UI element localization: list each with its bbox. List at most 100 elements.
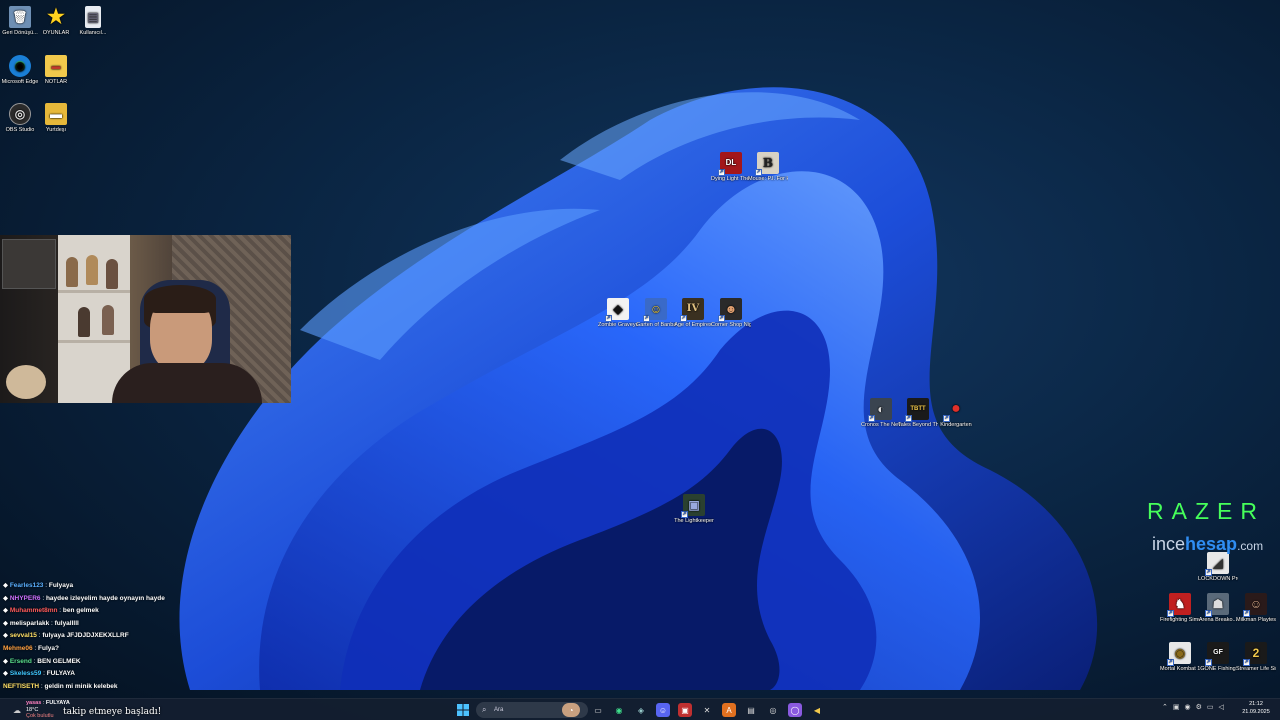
incehesap-prefix: ince <box>1152 534 1186 554</box>
chat-text: fulyaya JFJDJDJXEKXLLRF <box>42 632 129 640</box>
desktop-icon-lightkeeper[interactable]: ▣ ↗ The Lightkeeper <box>674 494 714 525</box>
shortcut-arrow-icon: ↗ <box>643 315 650 322</box>
chat-username: Muhammet8mn <box>9 607 58 615</box>
clock-time: 21:12 <box>1249 701 1263 707</box>
desktop-icon-corner-shop[interactable]: ☻↗ Corner Shop Nightshift <box>711 298 751 329</box>
star-folder-icon: ★ <box>47 5 65 28</box>
desktop-icon-age-of-empires[interactable]: IV ↗ Age of Empires <box>673 298 713 329</box>
desktop-icon-firefighting[interactable]: ♞↗ Firefighting Simulator... <box>1160 593 1200 624</box>
tales-beyond-icon: TBTT ↗ <box>905 398 929 422</box>
edge-taskbar-icon[interactable]: ◉ <box>612 703 626 717</box>
chat-message: ◆ sevval15 : fulyaya JFJDJDJXEKXLLRF <box>3 632 129 640</box>
folder-icon: ▬ <box>45 103 67 125</box>
shortcut-arrow-icon: ↗ <box>755 169 762 176</box>
desktop-icon-kindergarten[interactable]: ● ↗ Kindergarten <box>936 398 976 429</box>
desktop-icon-label: Geri Dönüşü... <box>2 30 38 36</box>
desktop-icon-notlar[interactable]: ▬ NOTLAR <box>36 55 76 86</box>
desktop-icon-label: Milkman Playtest <box>1236 617 1276 623</box>
shortcut-arrow-icon: ↗ <box>1167 659 1174 666</box>
windows-logo-icon <box>457 704 469 716</box>
desktop-icon-milkman[interactable]: ☺ ↗ Milkman Playtest <box>1236 593 1276 624</box>
search-highlight-icon[interactable]: ◔ <box>562 703 580 717</box>
steam-icon[interactable]: ◈ <box>634 703 648 717</box>
desktop-icon-obs[interactable]: ◎ OBS Studio <box>0 103 40 134</box>
arena-breakout-icon: ☗ ↗ <box>1205 593 1229 617</box>
shortcut-arrow-icon: ↗ <box>1205 610 1212 617</box>
chat-text: FULYAYA <box>46 670 75 678</box>
obs-taskbar-icon[interactable]: ◎ <box>766 703 780 717</box>
follow-alert-text: takip etmeye başladı! <box>63 707 162 717</box>
dying-light-icon: DL ↗ <box>718 152 742 176</box>
chat-message: ◆ melisparlakk : fulyalllll <box>3 619 79 627</box>
desktop-icon-mortal-kombat[interactable]: ◉ ↗ Mortal Kombat 1 <box>1160 642 1200 673</box>
desktop-icon-label: OYUNLAR <box>42 30 70 36</box>
chevron-up-icon[interactable]: ⌃ <box>1162 703 1168 711</box>
shortcut-arrow-icon: ↗ <box>605 315 612 322</box>
desktop-icon-label: Firefighting Simulator... <box>1160 617 1200 623</box>
chat-text: fulyalllll <box>54 619 79 627</box>
desktop-icon-gone-fishing[interactable]: GF ↗ GONE Fishing <box>1198 642 1238 673</box>
desktop-icon-label: The Lightkeeper <box>674 518 714 524</box>
chat-message: ◆ Muhammet8mn : ben gelmek <box>3 607 99 615</box>
desktop-icon-label: Zombie Graveya... <box>598 322 638 328</box>
red-app-icon[interactable]: ▣ <box>678 703 692 717</box>
notes-folder-icon: ▬ <box>45 55 67 77</box>
wall-frame <box>2 239 56 289</box>
system-tray: ⌃ ▣ ◉ ⚙ ▭ ◁ <box>1162 703 1224 711</box>
weather-temp: 18°C <box>26 706 39 713</box>
desktop-icon-mouse-pi[interactable]: B↗ Mouse: P.I. For Hire <box>748 152 788 183</box>
app-icon[interactable]: ▤ <box>744 703 758 717</box>
shortcut-arrow-icon: ↗ <box>718 315 725 322</box>
tools-icon[interactable]: ✕ <box>700 703 714 717</box>
lightkeeper-icon: ▣ ↗ <box>681 494 705 518</box>
desktop-icon-kullanici[interactable]: ▤ Kullanıcıl... <box>73 6 113 37</box>
desktop-icon-tales-beyond[interactable]: TBTT↗ Tales Beyond The Tomb <box>898 398 938 429</box>
desktop-icon-edge[interactable]: ◉ Microsoft Edge <box>0 55 40 86</box>
desktop-icon-yurtdisi[interactable]: ▬ Yurtdeşı <box>36 103 76 134</box>
clock-date: 21.09.2025 <box>1242 708 1270 715</box>
purple-app-icon[interactable]: ◯ <box>788 703 802 717</box>
discord-icon[interactable]: ☺ <box>656 703 670 717</box>
file-explorer-icon[interactable]: ▭ <box>591 703 605 717</box>
lamp <box>6 365 46 399</box>
streamer-life-icon: 2 ↗ <box>1243 642 1267 666</box>
start-button[interactable] <box>456 703 470 717</box>
desktop-icon-arena-breakout[interactable]: ☗ ↗ Arena Breako... <box>1198 593 1238 624</box>
chat-username: melisparlakk <box>9 619 50 627</box>
desktop-icon-recycle-bin[interactable]: 🗑 Geri Dönüşü... <box>0 6 40 37</box>
orange-app-icon[interactable]: A <box>722 703 736 717</box>
shortcut-arrow-icon: ↗ <box>905 415 912 422</box>
chat-text: Fulya? <box>38 644 59 652</box>
firefighting-icon: ♞ ↗ <box>1167 593 1191 617</box>
streamer-body <box>112 363 262 403</box>
desktop-icon-garten-banban[interactable]: ☺ ↗ Garten of Banban <box>636 298 676 329</box>
zombie-graveyard-icon: ◆ ↗ <box>605 298 629 322</box>
shortcut-arrow-icon: ↗ <box>1243 610 1250 617</box>
desktop-icon-cronos[interactable]: ◐↗ Cronos The New Dawn <box>861 398 901 429</box>
shortcut-arrow-icon: ↗ <box>943 415 950 422</box>
chat-message: ◆ Fearles123 : Fulyaya <box>3 582 74 589</box>
desktop-icon-streamer-life[interactable]: 2↗ Streamer Life Simulator 2 <box>1236 642 1276 673</box>
yellow-app-icon[interactable]: ◀ <box>810 703 824 717</box>
edge-icon: ◉ <box>9 55 31 77</box>
tray-app-icon[interactable]: ◉ <box>1185 703 1191 711</box>
tray-app-icon[interactable]: ▣ <box>1173 703 1180 711</box>
monitor-icon[interactable]: ▭ <box>1207 703 1214 711</box>
desktop-icon-lockdown[interactable]: ◢↗ LOCKDOWN Protocol <box>1198 552 1238 583</box>
cronos-icon: ◐ ↗ <box>868 398 892 422</box>
chat-text: ben gelmek <box>62 607 99 615</box>
shortcut-arrow-icon: ↗ <box>1167 610 1174 617</box>
mouse-pi-icon: B ↗ <box>755 152 779 176</box>
desktop-icon-label: LOCKDOWN Protocol <box>1198 576 1238 582</box>
desktop-icon-dying-light[interactable]: DL↗ Dying Light The Beast <box>711 152 751 183</box>
desktop-icon-label: Streamer Life Simulator 2 <box>1236 666 1276 672</box>
incehesap-logo: incehesap.com <box>1152 534 1263 555</box>
taskbar-clock[interactable]: 21:12 21.09.2025 <box>1238 701 1274 716</box>
desktop-icon-zombie-graveyard[interactable]: ◆↗ Zombie Graveya... <box>598 298 638 329</box>
incehesap-bold: hesap <box>1185 534 1238 554</box>
desktop-icon-oyunlar[interactable]: ★ OYUNLAR <box>36 6 76 37</box>
desktop-icon-label: Yurtdeşı <box>45 127 67 133</box>
volume-icon[interactable]: ◁ <box>1219 703 1224 711</box>
tray-app-icon[interactable]: ⚙ <box>1196 703 1202 711</box>
shortcut-arrow-icon: ↗ <box>1205 659 1212 666</box>
